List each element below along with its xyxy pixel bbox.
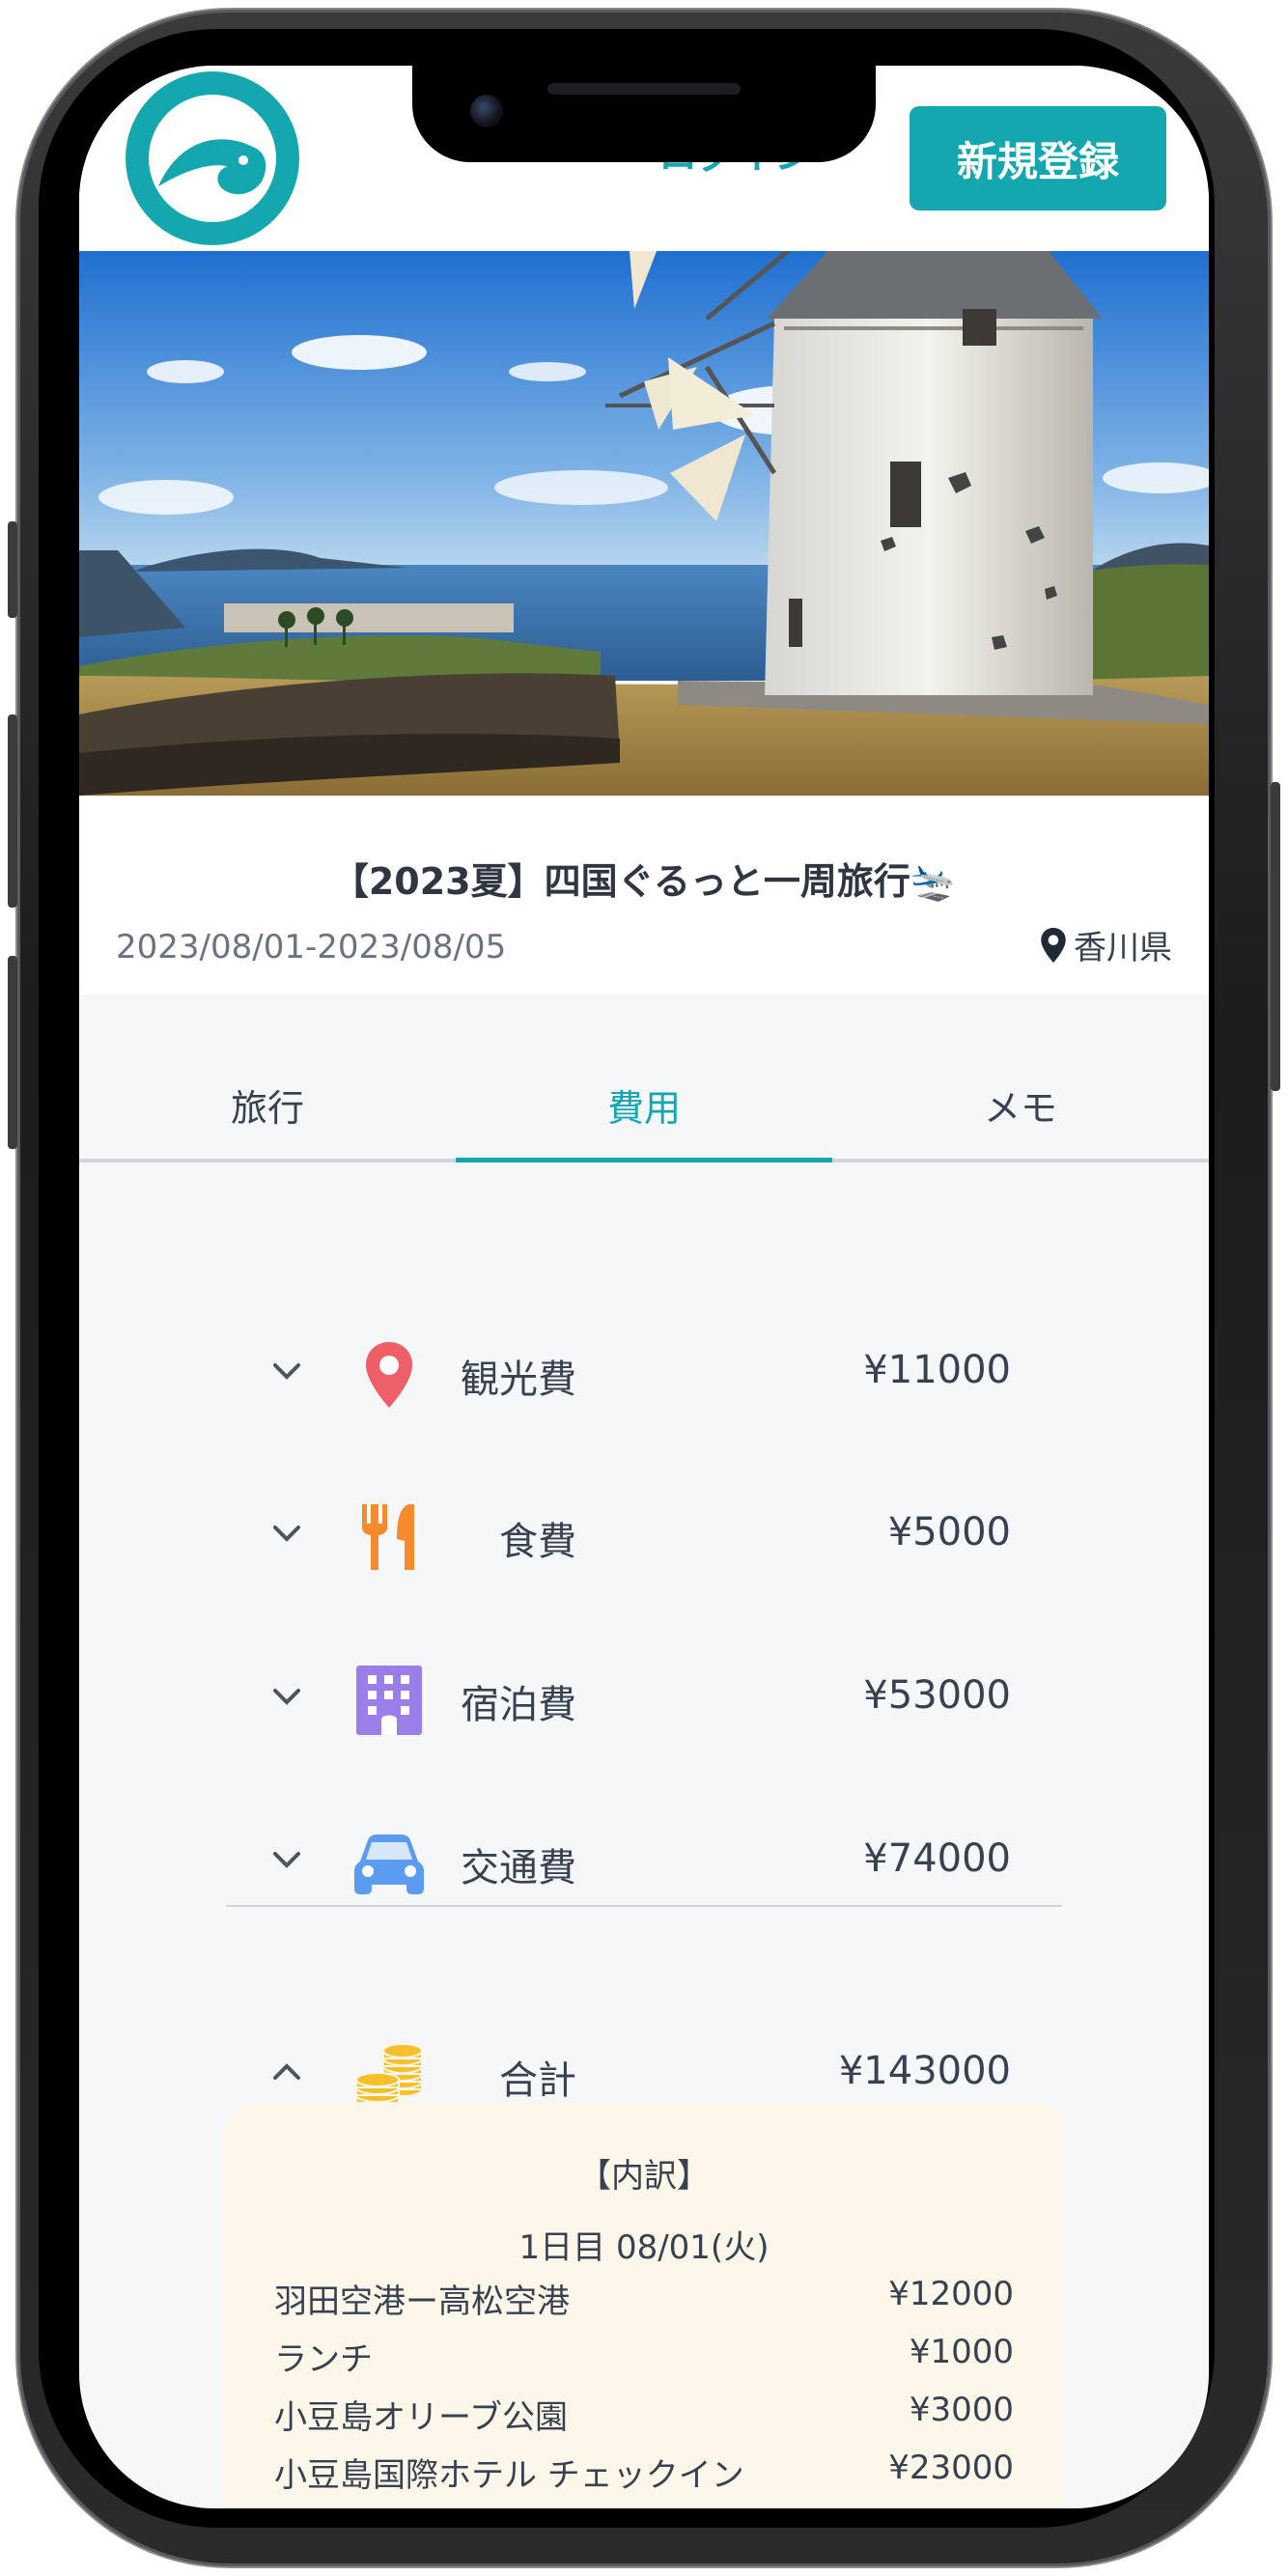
tab-expenses[interactable]: 費用 — [456, 1070, 832, 1162]
cost-label: 合計 — [499, 2058, 576, 2103]
notch — [412, 66, 876, 162]
chevron-down-icon[interactable] — [267, 1352, 306, 1390]
location-pin-icon — [1041, 927, 1066, 963]
breakdown-item-amount: ¥23000 — [888, 2449, 1014, 2487]
app-logo[interactable] — [126, 71, 299, 245]
trip-tabs: 旅行 費用 メモ — [79, 1070, 1209, 1162]
breakdown-item-amount: ¥1000 — [909, 2333, 1014, 2371]
cost-row-transport[interactable]: 交通費 ¥74000 — [79, 1815, 1209, 1912]
mute-switch — [8, 521, 17, 618]
cost-amount: ¥11000 — [863, 1348, 1011, 1392]
volume-up-button — [8, 714, 17, 908]
earpiece-speaker — [547, 83, 741, 95]
car-icon — [354, 1834, 424, 1894]
tab-memo[interactable]: メモ — [832, 1070, 1209, 1159]
breakdown-item: 小豆島国際ホテル チェックイン ¥23000 — [274, 2449, 1014, 2499]
cost-row-food[interactable]: 食費 ¥5000 — [79, 1489, 1209, 1585]
coins-icon — [355, 2043, 423, 2111]
cost-amount: ¥74000 — [863, 1836, 1011, 1881]
breakdown-item-amount: ¥12000 — [888, 2275, 1014, 2313]
breakdown-day-heading: 1日目 08/01(火) — [518, 2228, 770, 2267]
cost-row-lodging[interactable]: 宿泊費 ¥53000 — [79, 1652, 1209, 1749]
fork-knife-icon — [362, 1504, 414, 1570]
chevron-up-icon[interactable] — [267, 2053, 306, 2091]
cost-label: 食費 — [499, 1520, 576, 1564]
breakdown-item: ランチ ¥1000 — [274, 2333, 1014, 2383]
breakdown-item-name: 小豆島国際ホテル チェックイン — [274, 2456, 744, 2495]
trip-hero-image — [79, 251, 1209, 796]
cost-amount: ¥143000 — [838, 2049, 1011, 2093]
power-button — [1271, 782, 1280, 1091]
breakdown-title: 【内訳】 — [578, 2157, 710, 2196]
volume-down-button — [8, 956, 17, 1149]
trip-summary: 【2023夏】四国ぐるっと一周旅行🛬 2023/08/01-2023/08/05… — [79, 796, 1209, 994]
trip-prefecture: 香川県 — [1074, 929, 1172, 967]
divider — [226, 1905, 1062, 1907]
tab-travel[interactable]: 旅行 — [79, 1070, 456, 1159]
cost-amount: ¥5000 — [887, 1510, 1011, 1554]
front-camera — [470, 95, 503, 127]
breakdown-item-name: 羽田空港ー高松空港 — [274, 2282, 570, 2321]
trip-location: 香川県 — [1041, 921, 1172, 968]
cost-label: 交通費 — [461, 1846, 576, 1890]
hotel-icon — [356, 1666, 422, 1735]
cost-row-sightseeing[interactable]: 観光費 ¥11000 — [79, 1327, 1209, 1423]
chevron-down-icon[interactable] — [267, 1514, 306, 1553]
trip-title: 【2023夏】四国ぐるっと一周旅行🛬 — [331, 860, 957, 903]
map-pin-icon — [366, 1342, 412, 1408]
cost-label: 観光費 — [461, 1358, 576, 1402]
breakdown-item-name: ランチ — [274, 2340, 373, 2379]
bird-logo-icon — [149, 95, 276, 222]
breakdown-item: 小豆島オリーブ公園 ¥3000 — [274, 2391, 1014, 2441]
breakdown-item-name: 小豆島オリーブ公園 — [274, 2398, 568, 2437]
signup-button[interactable]: 新規登録 — [910, 106, 1166, 210]
breakdown-item-amount: ¥3000 — [909, 2391, 1014, 2429]
breakdown-item: 羽田空港ー高松空港 ¥12000 — [274, 2275, 1014, 2325]
app-screen: ログイン 新規登録 — [79, 66, 1209, 2508]
trip-dates: 2023/08/01-2023/08/05 — [116, 928, 507, 966]
cost-label: 宿泊費 — [461, 1683, 576, 1727]
chevron-down-icon[interactable] — [267, 1840, 306, 1879]
chevron-down-icon[interactable] — [267, 1677, 306, 1716]
cost-amount: ¥53000 — [863, 1673, 1011, 1718]
cost-breakdown-panel: 【内訳】 1日目 08/01(火) 羽田空港ー高松空港 ¥12000 ランチ ¥… — [226, 2103, 1062, 2508]
